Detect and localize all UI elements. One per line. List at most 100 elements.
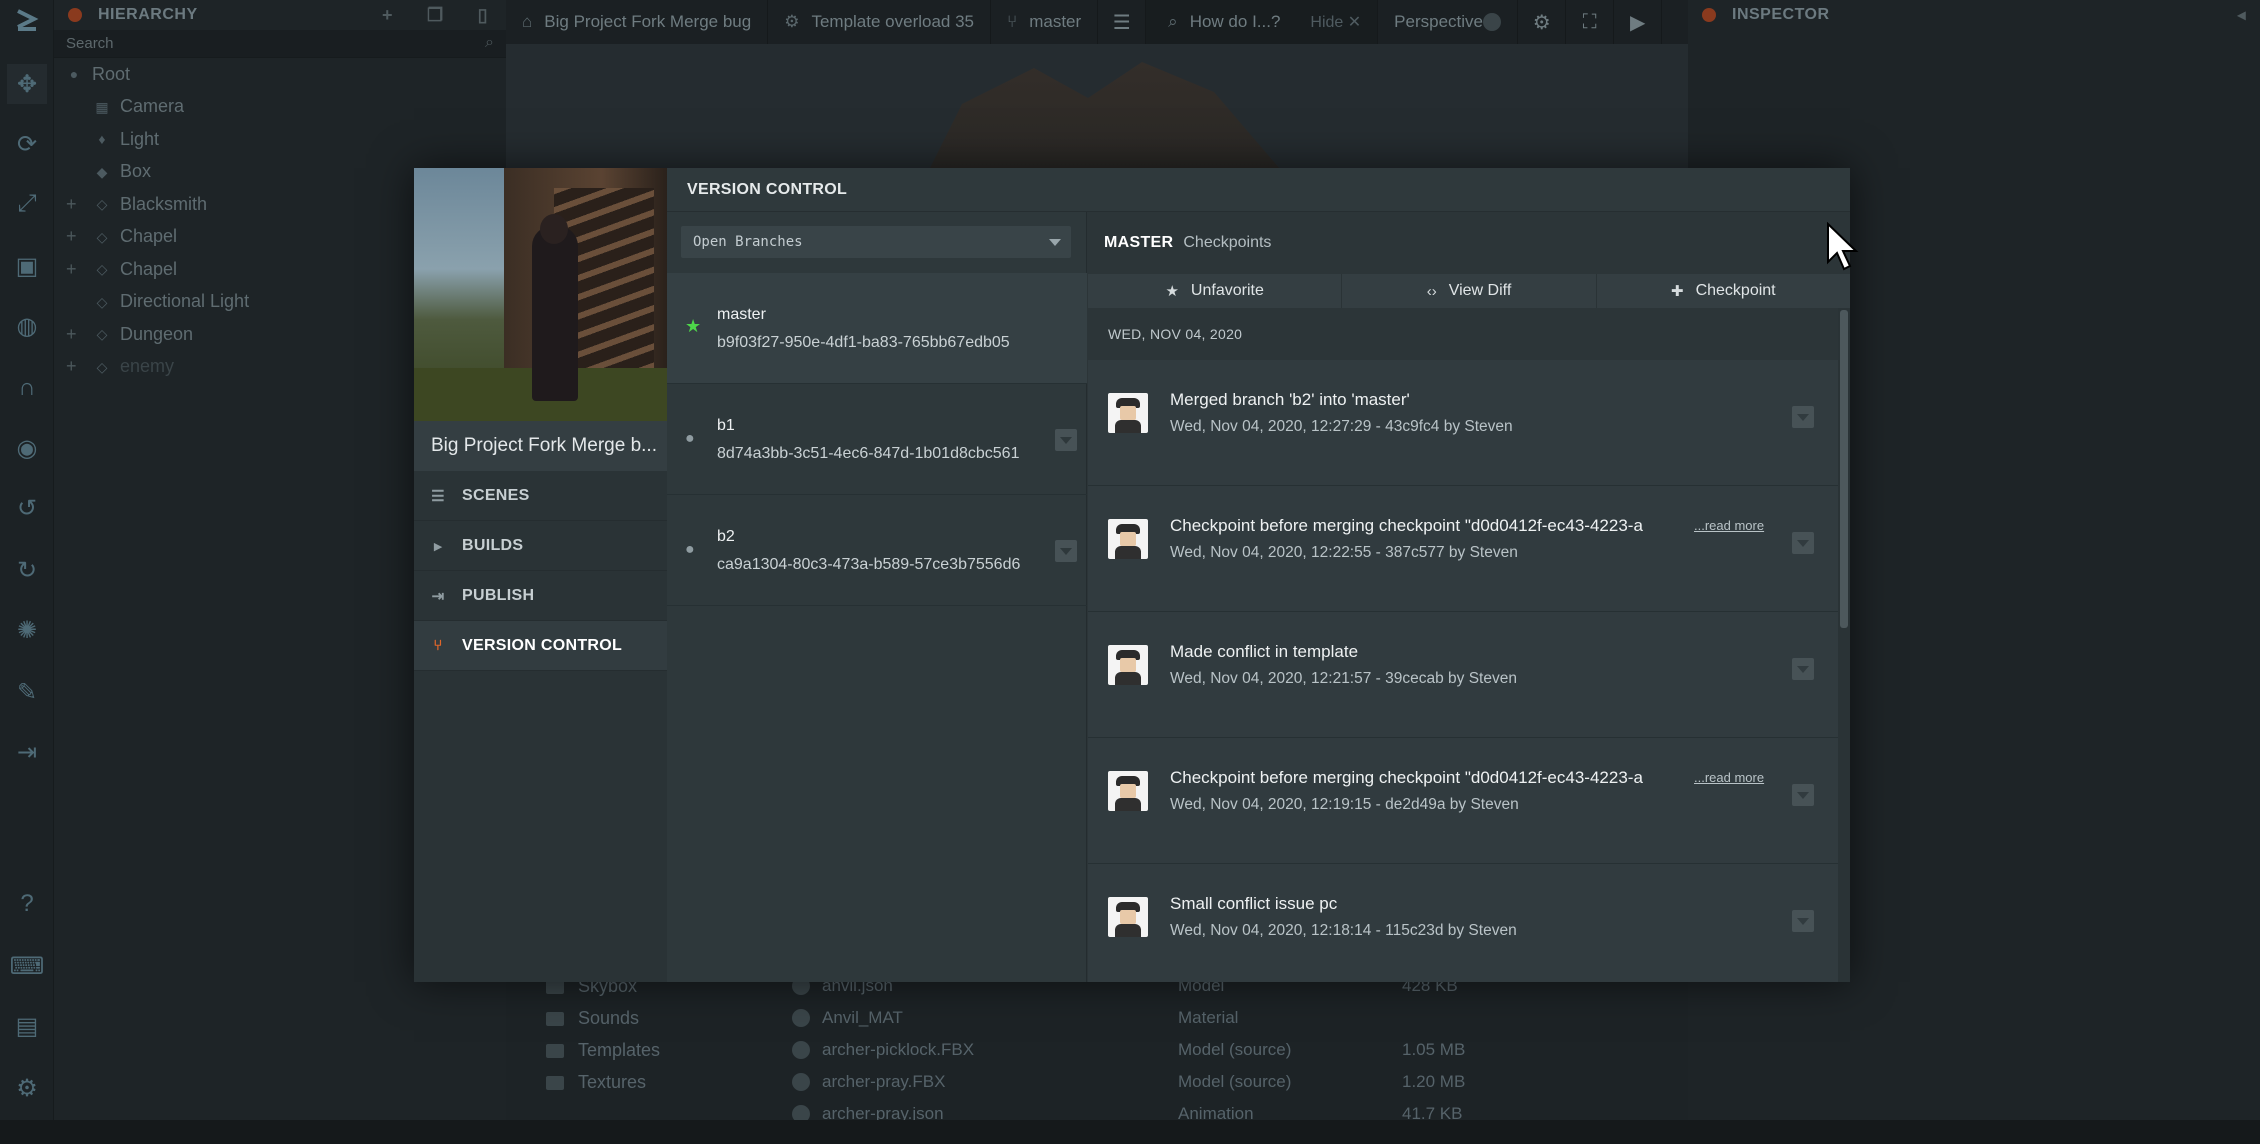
checkpoint-message: Merged branch 'b2' into 'master' [1170, 390, 1410, 409]
checkpoint-row[interactable]: Made conflict in template Wed, Nov 04, 2… [1088, 612, 1838, 738]
unfavorite-button[interactable]: ★ Unfavorite [1088, 274, 1343, 308]
new-checkpoint-button[interactable]: ✚ Checkpoint [1597, 274, 1850, 308]
avatar [1108, 393, 1148, 433]
scale-tool-icon[interactable]: ⤢ [7, 184, 47, 224]
branch-item-b2[interactable]: ● b2 ca9a1304-80c3-473a-b589-57ce3b7556d… [667, 495, 1087, 606]
edit-icon[interactable]: ✎ [7, 672, 47, 712]
fullscreen-button[interactable]: ⛶ [1566, 0, 1615, 44]
home-icon: ⌂ [522, 12, 533, 31]
keyboard-icon[interactable]: ⌨ [7, 946, 47, 986]
expand-icon[interactable]: + [66, 356, 77, 377]
top-tab-bar: ⌂ Big Project Fork Merge bug ⚙ Template ov… [506, 0, 1688, 44]
trash-icon[interactable]: ▯ [478, 5, 488, 26]
world-space-icon[interactable]: ◍ [7, 306, 47, 346]
project-thumbnail [414, 168, 667, 421]
import-icon[interactable]: ⇥ [7, 732, 47, 772]
hierarchy-item-camera[interactable]: ▦ Camera [54, 91, 506, 124]
plus-icon: ✚ [1671, 283, 1684, 300]
settings-gear-icon[interactable]: ⚙ [7, 1068, 47, 1108]
expand-icon[interactable]: + [66, 259, 77, 280]
read-more-link[interactable]: ...read more [1694, 770, 1764, 785]
checkpoint-row[interactable]: Merged branch 'b2' into 'master' Wed, No… [1088, 360, 1838, 486]
tab-list-button[interactable]: ☰ [1098, 0, 1147, 44]
play-button[interactable]: ▶ [1614, 0, 1663, 44]
nav-item-publish[interactable]: ⇥ PUBLISH [414, 571, 667, 621]
play-icon: ▸ [434, 537, 442, 555]
branch-item-master[interactable]: ★ master b9f03f27-950e-4df1-ba83-765bb67… [667, 273, 1087, 384]
checkpoint-menu-button[interactable] [1792, 910, 1814, 932]
nav-item-builds[interactable]: ▸ BUILDS [414, 521, 667, 571]
help-search-input[interactable]: ⌕ How do I...? Hide ✕ [1146, 0, 1379, 44]
checkpoint-menu-button[interactable] [1792, 784, 1814, 806]
viewport-settings-button[interactable]: ⚙ [1518, 0, 1567, 44]
checkpoint-menu-button[interactable] [1792, 532, 1814, 554]
search-placeholder: How do I...? [1189, 12, 1281, 31]
checkpoint-row[interactable]: Checkpoint before merging checkpoint "d0… [1088, 738, 1838, 864]
nav-label: PUBLISH [462, 586, 535, 604]
asset-row[interactable]: archer-pray.FBX Model (source) 1.20 MB [792, 1072, 1672, 1092]
tab-template[interactable]: ⚙ Template overload 35 [768, 0, 991, 44]
branch-item-b1[interactable]: ● b1 8d74a3bb-3c51-4ec6-847d-1b01d8cbc56… [667, 384, 1087, 495]
asset-row[interactable]: Anvil_MAT Material [792, 1008, 1672, 1028]
hierarchy-item-root[interactable]: ● Root [54, 58, 506, 91]
hierarchy-header: HIERARCHY + ❐ ▯ [54, 0, 506, 30]
panel-close-icon[interactable] [1702, 8, 1716, 22]
expand-icon[interactable]: + [66, 194, 77, 215]
scrollbar-thumb[interactable] [1840, 310, 1848, 628]
perspective-dropdown[interactable]: Perspective [1378, 0, 1519, 44]
hierarchy-item-light[interactable]: ♦ Light [54, 123, 506, 156]
item-label: Box [120, 161, 152, 182]
checkpoint-menu-button[interactable] [1792, 658, 1814, 680]
visibility-eye-icon[interactable]: ◉ [7, 428, 47, 468]
rotate-tool-icon[interactable]: ⟳ [7, 124, 47, 164]
hierarchy-search-input[interactable]: Search ⌕ [54, 30, 506, 58]
folder-item[interactable]: Textures [546, 1072, 646, 1093]
nav-item-scenes[interactable]: ☰ SCENES [414, 471, 667, 521]
move-tool-icon[interactable]: ✥ [7, 64, 47, 104]
avatar [1108, 897, 1148, 937]
view-diff-button[interactable]: ‹› View Diff [1342, 274, 1597, 308]
rect-tool-icon[interactable]: ▣ [7, 246, 47, 286]
hide-button[interactable]: Hide ✕ [1310, 12, 1361, 32]
project-dialog: Big Project Fork Merge b... ☰ SCENES ▸ BUI… [414, 168, 1850, 982]
checkpoint-panel: MASTER Checkpoints ★ Unfavorite ‹› View Di… [1088, 212, 1850, 982]
thumbnail-character [532, 226, 578, 401]
help-icon[interactable]: ? [7, 884, 47, 924]
checkpoint-header: MASTER Checkpoints [1088, 212, 1850, 274]
chat-icon[interactable]: ▤ [7, 1006, 47, 1046]
gear-icon: ⚙ [1532, 11, 1551, 34]
tab-project[interactable]: ⌂ Big Project Fork Merge bug [506, 0, 769, 44]
action-label: Checkpoint [1695, 282, 1776, 299]
redo-icon[interactable]: ↻ [7, 550, 47, 590]
checkpoint-meta: Wed, Nov 04, 2020, 12:27:29 - 43c9fc4 by… [1170, 418, 1513, 435]
expand-icon[interactable]: + [66, 226, 77, 247]
duplicate-icon[interactable]: ❐ [427, 5, 444, 26]
cube-icon: ◆ [96, 163, 108, 180]
checkpoint-menu-button[interactable] [1792, 406, 1814, 428]
folder-item[interactable]: Sounds [546, 1008, 639, 1029]
checkpoint-row[interactable]: Checkpoint before merging checkpoint "d0… [1088, 486, 1838, 612]
chevron-down-icon [1049, 239, 1061, 246]
panel-close-icon[interactable] [68, 8, 82, 22]
folder-item[interactable]: Templates [546, 1040, 660, 1061]
branch-menu-button[interactable] [1055, 540, 1077, 562]
checkpoint-actions: ★ Unfavorite ‹› View Diff ✚ Checkpoint [1088, 274, 1850, 308]
checkpoint-row[interactable]: Small conflict issue pc Wed, Nov 04, 202… [1088, 864, 1838, 982]
collapse-icon[interactable]: ◂ [2237, 5, 2260, 25]
expand-icon[interactable]: + [66, 324, 77, 345]
branch-menu-button[interactable] [1055, 429, 1077, 451]
branch-filter-select[interactable]: Open Branches [681, 226, 1071, 258]
asset-type: Model (source) [1178, 1040, 1292, 1059]
scene-viewport[interactable] [506, 44, 1688, 174]
snap-magnet-icon[interactable]: ∩ [7, 368, 47, 408]
lightbulb-icon[interactable]: ✺ [7, 610, 47, 650]
tab-branch[interactable]: ⑂ master [991, 0, 1099, 44]
checkpoint-message: Made conflict in template [1170, 642, 1359, 661]
nav-item-version-control[interactable]: ⑂ VERSION CONTROL [414, 621, 667, 671]
add-icon[interactable]: + [382, 5, 393, 26]
light-icon: ♦ [98, 131, 106, 148]
undo-icon[interactable]: ↺ [7, 488, 47, 528]
asset-size: 1.20 MB [1402, 1072, 1466, 1091]
asset-row[interactable]: archer-picklock.FBX Model (source) 1.05 MB [792, 1040, 1672, 1060]
read-more-link[interactable]: ...read more [1694, 518, 1764, 533]
